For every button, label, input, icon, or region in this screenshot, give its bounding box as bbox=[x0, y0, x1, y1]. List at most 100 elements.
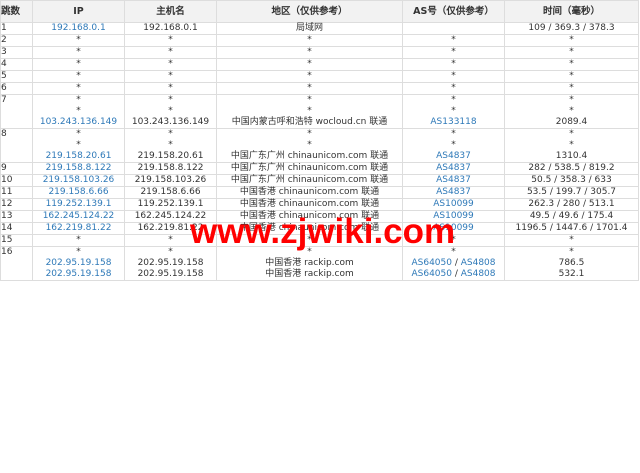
as-timeout: * bbox=[451, 83, 456, 93]
ip-link[interactable]: 219.158.8.122 bbox=[46, 163, 112, 173]
ip-value: * bbox=[76, 47, 81, 57]
host-value: * bbox=[168, 235, 173, 245]
region-value: 中国香港 chinaunicom.com 联通 bbox=[239, 199, 380, 209]
time-cell: * bbox=[504, 34, 639, 47]
time-value: 50.5 / 358.3 / 633 bbox=[531, 175, 612, 185]
as-timeout: * bbox=[451, 47, 456, 57]
as-line: * bbox=[403, 35, 504, 46]
region-value: * bbox=[307, 247, 312, 257]
ip-value: * bbox=[76, 71, 81, 81]
as-number-link[interactable]: AS10099 bbox=[433, 211, 474, 221]
as-number-link[interactable]: AS4837 bbox=[436, 151, 471, 161]
as-line: * bbox=[403, 106, 504, 117]
as-line: * bbox=[403, 71, 504, 82]
as-cell: * * AS133118 bbox=[402, 94, 505, 129]
ip-link[interactable]: 219.158.6.66 bbox=[48, 187, 108, 197]
hop-cell: 16 bbox=[0, 246, 33, 281]
as-cell bbox=[402, 22, 505, 35]
as-line: * bbox=[403, 95, 504, 106]
ip-line: 219.158.20.61 bbox=[33, 151, 124, 162]
ip-link[interactable]: 202.95.19.158 bbox=[46, 269, 112, 279]
table-row: 2 * * * * * bbox=[0, 34, 639, 47]
time-value: * bbox=[569, 95, 574, 105]
as-timeout: * bbox=[451, 247, 456, 257]
host-value: * bbox=[168, 95, 173, 105]
ip-cell: * bbox=[32, 70, 125, 83]
region-value: * bbox=[307, 129, 312, 139]
host-value: * bbox=[168, 247, 173, 257]
ip-value: * bbox=[76, 95, 81, 105]
as-line: * bbox=[403, 59, 504, 70]
region-cell: * bbox=[216, 70, 403, 83]
host-cell: 162.245.124.22 bbox=[124, 210, 217, 223]
region-cell: * * 中国广东广州 chinaunicom.com 联通 bbox=[216, 128, 403, 163]
as-cell: * bbox=[402, 82, 505, 95]
as-number-link[interactable]: AS64050 bbox=[411, 269, 452, 279]
region-value: * bbox=[307, 235, 312, 245]
time-value: 262.3 / 280 / 513.1 bbox=[528, 199, 615, 209]
ip-line: 219.158.6.66 bbox=[33, 187, 124, 198]
time-cell: * bbox=[504, 234, 639, 247]
as-cell: * * AS4837 bbox=[402, 128, 505, 163]
ip-cell: 192.168.0.1 bbox=[32, 22, 125, 35]
host-value: * bbox=[168, 47, 173, 57]
as-line: AS4837 bbox=[403, 187, 504, 198]
hop-cell: 3 bbox=[0, 46, 33, 59]
hop-cell: 13 bbox=[0, 210, 33, 223]
region-cell: * bbox=[216, 46, 403, 59]
as-number-link[interactable]: AS4808 bbox=[461, 258, 496, 268]
header-host: 主机名 bbox=[124, 0, 217, 23]
host-value: 202.95.19.158 bbox=[137, 258, 204, 268]
ip-link[interactable]: 162.219.81.22 bbox=[46, 223, 112, 233]
as-number-link[interactable]: AS4837 bbox=[436, 175, 471, 185]
ip-link[interactable]: 119.252.139.1 bbox=[46, 199, 112, 209]
as-number-link[interactable]: AS10099 bbox=[433, 199, 474, 209]
ip-cell: * bbox=[32, 34, 125, 47]
header-ip: IP bbox=[32, 0, 125, 23]
host-cell: * bbox=[124, 34, 217, 47]
host-value: * bbox=[168, 35, 173, 45]
as-number-link[interactable]: AS64050 bbox=[411, 258, 452, 268]
ip-value: * bbox=[76, 247, 81, 257]
ip-line: 219.158.8.122 bbox=[33, 163, 124, 174]
host-cell: * bbox=[124, 46, 217, 59]
ip-link[interactable]: 219.158.103.26 bbox=[43, 175, 115, 185]
as-number-link[interactable]: AS4808 bbox=[461, 269, 496, 279]
ip-line: 202.95.19.158 bbox=[33, 269, 124, 280]
as-number-link[interactable]: AS4837 bbox=[436, 187, 471, 197]
as-line: * bbox=[403, 47, 504, 58]
time-cell: 109 / 369.3 / 378.3 bbox=[504, 22, 639, 35]
traceroute-table: 跳数 IP 主机名 地区（仅供参考） AS号（仅供参考） 时间（毫秒） 1 192… bbox=[0, 0, 639, 281]
table-row: 10 219.158.103.26 219.158.103.26 中国广东广州 chi… bbox=[0, 174, 639, 187]
region-value: * bbox=[307, 71, 312, 81]
hop-cell: 4 bbox=[0, 58, 33, 71]
region-cell: 局域网 bbox=[216, 22, 403, 35]
table-row: 12 119.252.139.1 119.252.139.1 中国香港 chinaun… bbox=[0, 198, 639, 211]
hop-cell: 7 bbox=[0, 94, 33, 129]
ip-link[interactable]: 202.95.19.158 bbox=[46, 258, 112, 268]
ip-cell: * bbox=[32, 234, 125, 247]
table-header-row: 跳数 IP 主机名 地区（仅供参考） AS号（仅供参考） 时间（毫秒） bbox=[0, 0, 639, 23]
host-value: * bbox=[168, 129, 173, 139]
as-number-link[interactable]: AS4837 bbox=[436, 163, 471, 173]
host-cell: 192.168.0.1 bbox=[124, 22, 217, 35]
as-line: * bbox=[403, 140, 504, 151]
ip-cell: 219.158.6.66 bbox=[32, 186, 125, 199]
as-line: AS4837 bbox=[403, 175, 504, 186]
time-value: 532.1 bbox=[558, 269, 585, 279]
ip-link[interactable]: 162.245.124.22 bbox=[43, 211, 115, 221]
as-number-link[interactable]: AS133118 bbox=[430, 117, 476, 127]
ip-link[interactable]: 103.243.136.149 bbox=[40, 117, 117, 127]
table-row: 16 * 202.95.19.158 202.95.19.158 * 202.95.19.… bbox=[0, 246, 639, 281]
ip-value: * bbox=[76, 129, 81, 139]
as-number-link[interactable]: AS10099 bbox=[433, 223, 474, 233]
as-line: * bbox=[403, 83, 504, 94]
time-cell: * bbox=[504, 70, 639, 83]
ip-line: 202.95.19.158 bbox=[33, 258, 124, 269]
time-cell: 262.3 / 280 / 513.1 bbox=[504, 198, 639, 211]
region-value: * bbox=[307, 47, 312, 57]
ip-value: * bbox=[76, 59, 81, 69]
as-line: * bbox=[403, 129, 504, 140]
ip-link[interactable]: 219.158.20.61 bbox=[46, 151, 112, 161]
ip-link[interactable]: 192.168.0.1 bbox=[51, 23, 105, 33]
